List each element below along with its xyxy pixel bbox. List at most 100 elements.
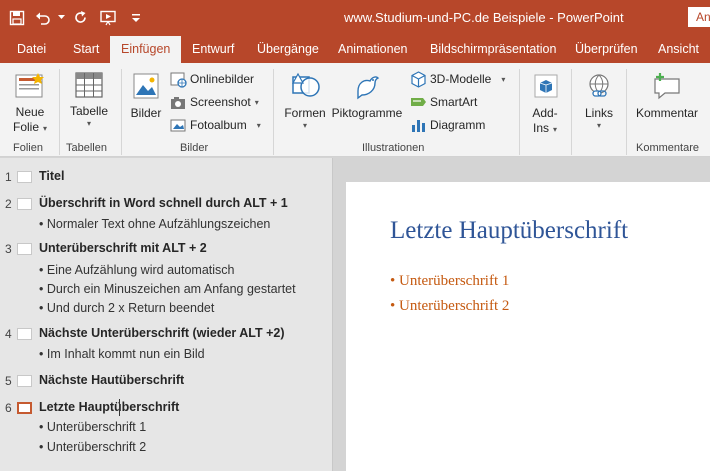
outline-bullet[interactable]: • Unterüberschrift 2: [39, 440, 146, 454]
undo-dropdown[interactable]: [56, 0, 66, 35]
add-ins-icon: [534, 74, 558, 98]
links-label: Links: [584, 106, 613, 120]
group-separator: [519, 69, 520, 155]
outline-slide-1[interactable]: 1 Titel: [0, 168, 333, 186]
online-pictures-button[interactable]: Onlinebilder: [170, 69, 254, 89]
online-pictures-icon: [170, 72, 187, 88]
outline-slide-4[interactable]: 4 Nächste Unterüberschrift (wieder ALT +…: [0, 325, 333, 343]
undo-icon: [36, 12, 50, 25]
smartart-icon: [411, 97, 426, 106]
bar-chart-icon: [412, 119, 425, 132]
add-ins-label-2: Ins ▾: [527, 121, 563, 137]
tab-ansicht[interactable]: Ansicht: [658, 35, 699, 63]
tab-ueberpruefen[interactable]: Überprüfen: [575, 35, 638, 63]
slide-number: 6: [5, 401, 12, 415]
customize-qat-button[interactable]: [124, 0, 148, 35]
outline-bullet[interactable]: • Eine Aufzählung wird automatisch: [39, 263, 234, 277]
comment-label: Kommentar: [635, 106, 699, 120]
slide-title[interactable]: Nächste Hautüberschrift: [39, 373, 184, 387]
smartart-button[interactable]: SmartArt: [410, 92, 477, 112]
group-separator: [571, 69, 572, 155]
chevron-down-icon: [57, 15, 65, 19]
outline-bullet-text: Normaler Text ohne Aufzählungszeichen: [46, 217, 271, 231]
table-button[interactable]: Tabelle ▾: [68, 71, 110, 128]
new-slide-button[interactable]: Neue Folie ▾: [12, 71, 48, 136]
add-ins-button[interactable]: Add- Ins ▾: [527, 71, 563, 137]
new-slide-label-2: Folie ▾: [12, 120, 48, 136]
title-bar: www.Studium-und-PC.de Beispiele - PowerP…: [0, 0, 710, 35]
ribbon-tabs: Datei Start Einfügen Entwurf Übergänge A…: [0, 35, 710, 63]
3d-models-label: 3D-Modelle: [430, 72, 492, 86]
links-button[interactable]: Links ▾: [581, 71, 617, 130]
chevron-down-icon: ▾: [254, 97, 259, 107]
outline-bullet[interactable]: • Im Inhalt kommt nun ein Bild: [39, 347, 205, 361]
chart-button[interactable]: Diagramm: [410, 115, 485, 135]
slide-title[interactable]: Letzte Hauptüberschrift: [39, 400, 179, 414]
slide-bullet[interactable]: • Unterüberschrift 2: [390, 298, 509, 315]
chevron-down-icon: ▾: [256, 120, 261, 130]
quick-access-toolbar: [0, 0, 148, 35]
tab-datei[interactable]: Datei: [17, 35, 46, 63]
slide-title[interactable]: Unterüberschrift mit ALT + 2: [39, 241, 207, 255]
slide-main-title[interactable]: Letzte Hauptüberschrift: [390, 217, 628, 245]
slide-thumbnail-icon[interactable]: [17, 198, 32, 210]
tab-animationen[interactable]: Animationen: [338, 35, 408, 63]
outline-bullet-text: Und durch 2 x Return beendet: [46, 301, 215, 315]
screenshot-button[interactable]: Screenshot ▾: [170, 92, 259, 112]
text-cursor: [119, 399, 120, 416]
tab-uebergaenge[interactable]: Übergänge: [257, 35, 319, 63]
slide-thumbnail-icon[interactable]: [17, 171, 32, 183]
outline-slide-2[interactable]: 2 Überschrift in Word schnell durch ALT …: [0, 195, 333, 213]
group-label-bilder: Bilder: [180, 142, 209, 154]
outline-slide-6[interactable]: 6 Letzte Hauptüberschrift: [0, 399, 333, 417]
group-label-illustrationen: Illustrationen: [362, 142, 425, 154]
slide-bullet[interactable]: • Unterüberschrift 1: [390, 273, 509, 290]
tab-einfuegen[interactable]: Einfügen: [110, 36, 182, 63]
redo-button[interactable]: [66, 0, 94, 35]
save-button[interactable]: [0, 0, 30, 35]
icons-button[interactable]: Piktogramme: [331, 71, 403, 120]
slide-title[interactable]: Nächste Unterüberschrift (wieder ALT +2): [39, 326, 285, 340]
pictures-button[interactable]: Bilder: [129, 71, 163, 120]
add-ins-label-1: Add-: [532, 106, 558, 120]
slide-thumbnail-icon[interactable]: [17, 375, 32, 387]
customize-icon: [132, 13, 140, 22]
slide-thumbnail-icon[interactable]: [17, 328, 32, 340]
outline-pane[interactable]: 1 Titel 2 Überschrift in Word schnell du…: [0, 158, 333, 471]
shapes-icon: [291, 72, 320, 97]
outline-bullet[interactable]: • Und durch 2 x Return beendet: [39, 301, 214, 315]
slideshow-start-button[interactable]: [94, 0, 124, 35]
tab-entwurf[interactable]: Entwurf: [192, 35, 234, 63]
slide-thumbnail-icon[interactable]: [17, 243, 32, 255]
undo-button[interactable]: [30, 0, 56, 35]
chevron-down-icon: ▾: [86, 119, 91, 128]
table-label: Tabelle: [69, 104, 109, 118]
photo-album-icon: [170, 119, 186, 131]
slide-number: 3: [5, 242, 12, 256]
slide-title[interactable]: Titel: [39, 169, 64, 183]
save-icon: [9, 10, 25, 25]
photo-album-button[interactable]: Fotoalbum ▾: [170, 115, 261, 135]
group-label-kommentare: Kommentare: [636, 142, 699, 154]
outline-bullet[interactable]: • Normaler Text ohne Aufzählungszeichen: [39, 217, 270, 231]
slide-title[interactable]: Überschrift in Word schnell durch ALT + …: [39, 196, 288, 210]
comment-button[interactable]: Kommentar: [634, 71, 700, 120]
group-separator: [59, 69, 60, 155]
shapes-button[interactable]: Formen ▾: [283, 71, 327, 130]
ribbon: Neue Folie ▾ Folien Tabelle ▾ Tabellen Bi…: [0, 63, 710, 157]
slide-preview[interactable]: Letzte Hauptüberschrift • Unterüberschri…: [346, 182, 710, 471]
slide-thumbnail-icon-selected[interactable]: [17, 402, 32, 414]
screenshot-icon: [171, 96, 185, 109]
pictures-label: Bilder: [130, 106, 162, 120]
online-pictures-label: Onlinebilder: [190, 72, 255, 86]
slide-number: 5: [5, 374, 12, 388]
outline-slide-3[interactable]: 3 Unterüberschrift mit ALT + 2: [0, 240, 333, 258]
outline-bullet[interactable]: • Unterüberschrift 1: [39, 420, 146, 434]
tab-bildschirmpraesentation[interactable]: Bildschirmpräsentation: [430, 35, 556, 63]
outline-slide-5[interactable]: 5 Nächste Hautüberschrift: [0, 372, 333, 390]
outline-bullet[interactable]: • Durch ein Minuszeichen am Anfang gesta…: [39, 282, 296, 296]
account-button[interactable]: An: [688, 7, 710, 27]
3d-models-button[interactable]: 3D-Modelle ▾: [410, 69, 505, 89]
group-label-tabellen: Tabellen: [66, 142, 107, 154]
tab-start[interactable]: Start: [73, 35, 99, 63]
